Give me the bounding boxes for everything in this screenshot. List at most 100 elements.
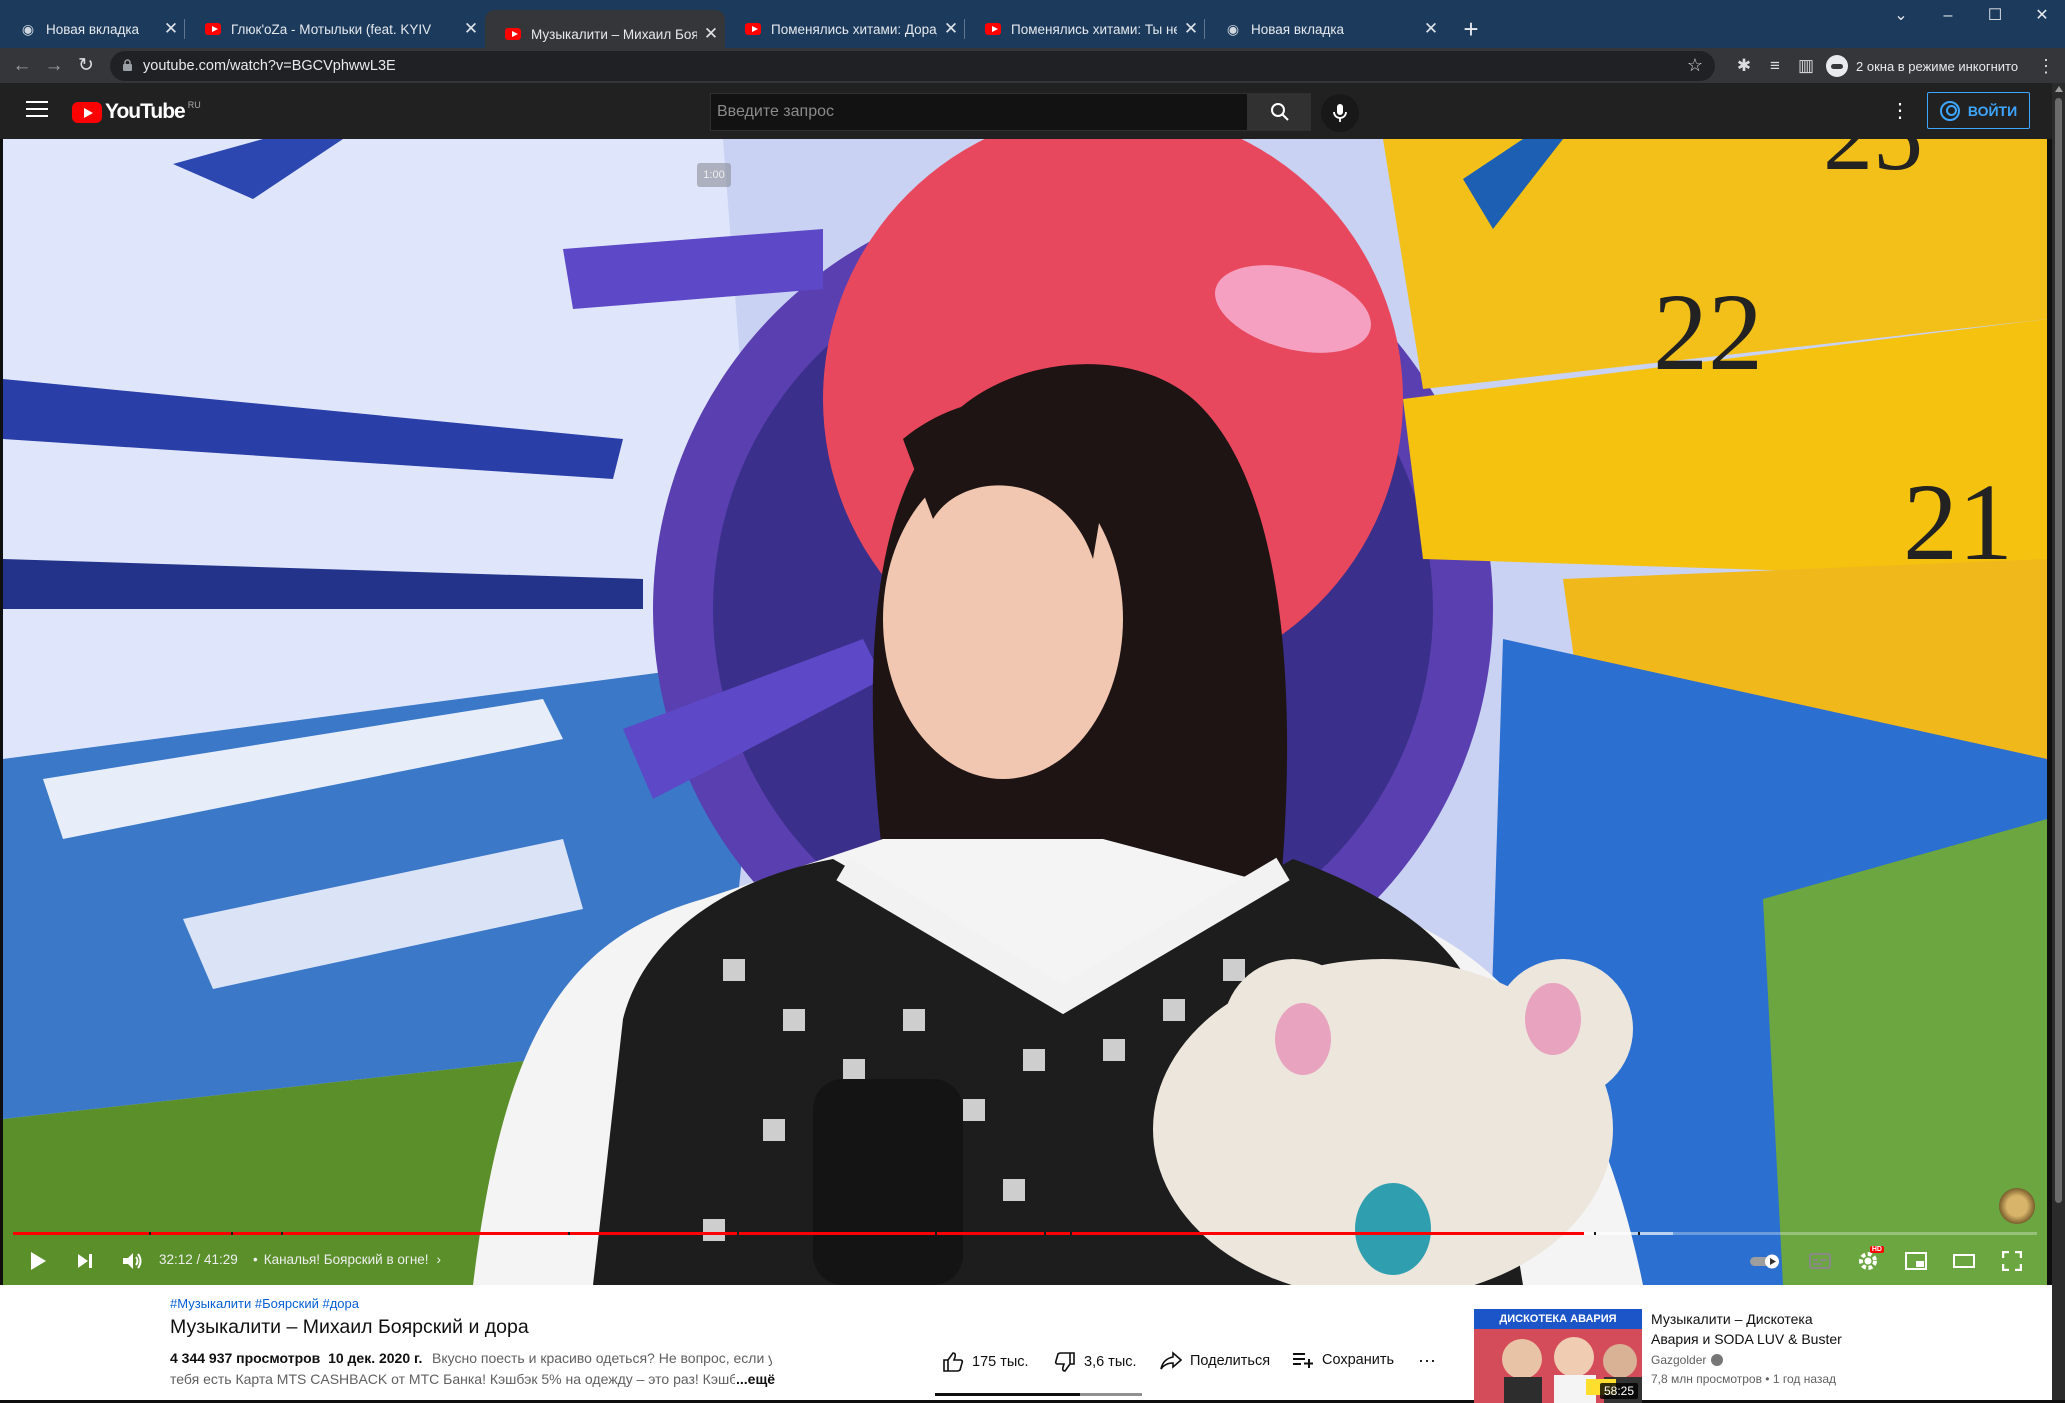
page-scrollbar[interactable] [2052,83,2065,1400]
video-info-area: #Музыкалити #Боярский #дора Музыкалити –… [0,1285,2065,1403]
view-count: 4 344 937 просмотров [170,1350,321,1366]
browser-menu-icon[interactable]: ⋮ [2036,53,2056,79]
media-queue-icon[interactable]: ≡ [1762,53,1788,79]
youtube-icon [985,21,1001,37]
channel-watermark[interactable] [1999,1188,2035,1224]
close-window-button[interactable]: ✕ [2019,2,2065,30]
video-player[interactable]: 22 21 25 1:00 [3,139,2047,1285]
search-box [710,93,1248,131]
close-tab-icon[interactable]: ✕ [457,19,485,39]
fullscreen-icon [2002,1251,2022,1271]
theater-icon [1953,1254,1975,1268]
address-bar[interactable]: youtube.com/watch?v=BGCVphwwL3E ☆ [110,51,1715,81]
side-panel-icon[interactable]: ▥ [1793,53,1819,79]
youtube-logo[interactable]: YouTube RU [72,100,201,124]
tab-title: Поменялись хитами: Ты не вер [1011,21,1177,37]
back-button[interactable]: ← [8,52,36,80]
close-tab-icon[interactable]: ✕ [937,19,965,39]
incognito-label: 2 окна в режиме инкогнито [1856,58,2019,74]
miniplayer-button[interactable] [1898,1244,1934,1278]
youtube-icon [505,26,521,42]
play-button[interactable] [20,1244,56,1278]
save-button[interactable]: Сохранить [1292,1351,1394,1369]
verified-icon [1711,1354,1724,1366]
browser-tab[interactable]: Поменялись хитами: Дорадура ✕ [725,10,965,48]
incognito-avatar-icon [1826,55,1848,77]
svg-text:22: 22 [1653,271,1763,393]
url-text[interactable]: youtube.com/watch?v=BGCVphwwL3E [143,58,396,74]
recommended-duration: 58:25 [1599,1383,1638,1399]
sign-in-button[interactable]: ВОЙТИ [1927,92,2030,129]
scroll-up-arrow-icon[interactable] [2055,86,2063,92]
tab-title: Музыкалити – Михаил Боярский [531,26,697,42]
share-label: Поделиться [1190,1353,1271,1369]
description-line-2: тебя есть Карта MTS CASHBACK от МТС Банк… [170,1371,735,1387]
hd-badge: HD [1869,1246,1884,1253]
like-button[interactable]: 175 тыс. [942,1351,1029,1373]
fullscreen-button[interactable] [1994,1244,2030,1278]
share-icon [1160,1351,1182,1370]
mute-button[interactable] [115,1244,151,1278]
scrollbar-thumb[interactable] [2055,98,2062,1203]
settings-button[interactable]: HD [1850,1244,1886,1278]
close-tab-icon[interactable]: ✕ [697,24,725,44]
bookmark-star-icon[interactable]: ☆ [1687,55,1703,76]
play-icon [31,1252,46,1270]
subtitles-icon [1809,1253,1831,1269]
youtube-icon [745,21,761,37]
youtube-icon [205,21,221,37]
search-input[interactable] [711,94,1247,130]
hashtags[interactable]: #Музыкалити #Боярский #дора [170,1296,359,1311]
tab-title: Глюк'oZa - Мотыльки (feat. KYIV [231,21,432,37]
extensions-icon[interactable]: ✱ [1731,53,1757,79]
volume-icon [123,1253,142,1269]
minimize-button[interactable]: – [1925,2,1971,30]
autoplay-toggle[interactable] [1748,1244,1788,1278]
like-count: 175 тыс. [972,1354,1029,1370]
new-tab-button[interactable]: + [1456,16,1486,46]
incognito-profile-button[interactable]: 2 окна в режиме инкогнито [1826,53,2018,79]
close-tab-icon[interactable]: ✕ [1417,19,1445,39]
show-more-link[interactable]: ...ещё [736,1371,775,1387]
dislike-button[interactable]: 3,6 тыс. [1054,1351,1137,1373]
microphone-icon [1333,104,1347,122]
search-button[interactable] [1248,93,1311,131]
incognito-icon: ◉ [21,20,35,37]
next-button[interactable] [67,1244,103,1278]
close-tab-icon[interactable]: ✕ [1177,19,1205,39]
tab-title: Новая вкладка [1251,21,1345,37]
browser-tab[interactable]: Глюк'oZa - Мотыльки (feat. KYIV ✕ [185,10,485,48]
maximize-button[interactable]: ☐ [1972,2,2018,30]
account-icon [1939,100,1960,121]
more-actions-icon[interactable]: ⋯ [1418,1351,1436,1372]
autoplay-toggle-icon [1750,1254,1779,1269]
browser-tab[interactable]: ◉ Новая вкладка ✕ [1205,10,1445,48]
reload-button[interactable]: ↻ [72,52,100,80]
theater-mode-button[interactable] [1946,1244,1982,1278]
like-ratio-bar [935,1393,1142,1396]
tab-search-chevron-icon[interactable]: ⌄ [1878,2,1924,30]
subtitles-button[interactable] [1802,1244,1838,1278]
sign-in-label: ВОЙТИ [1967,102,2018,119]
recommended-channel[interactable]: Gazgolder [1651,1353,1724,1367]
forward-button[interactable]: → [40,52,68,80]
close-tab-icon[interactable]: ✕ [157,19,185,39]
recommended-thumbnail[interactable]: ДИСКОТЕКА АВАРИЯ 58:25 [1474,1309,1642,1403]
browser-tab[interactable]: Поменялись хитами: Ты не вер ✕ [965,10,1205,48]
tab-title: Новая вкладка [46,21,140,37]
youtube-header: YouTube RU ⋮ ВОЙТИ [0,83,2052,139]
browser-toolbar: ← → ↻ youtube.com/watch?v=BGCVphwwL3E ☆ … [0,48,2065,83]
progress-bar[interactable] [13,1232,2037,1235]
settings-menu-icon[interactable]: ⋮ [1888,97,1912,125]
next-icon [78,1254,92,1268]
recommended-title[interactable]: Музыкалити – Дискотека Авария и SODA LUV… [1651,1309,1851,1349]
share-button[interactable]: Поделиться [1160,1351,1270,1371]
voice-search-button[interactable] [1321,94,1359,132]
browser-tab[interactable]: ◉ Новая вкладка ✕ [0,10,185,48]
chapter-title[interactable]: • Каналья! Боярский в огне! › [253,1252,441,1267]
hover-time-bubble: 1:00 [697,163,731,187]
menu-icon[interactable] [26,101,48,119]
thumbs-up-icon [943,1352,964,1372]
region-label: RU [187,100,201,110]
incognito-icon: ◉ [1226,20,1240,37]
